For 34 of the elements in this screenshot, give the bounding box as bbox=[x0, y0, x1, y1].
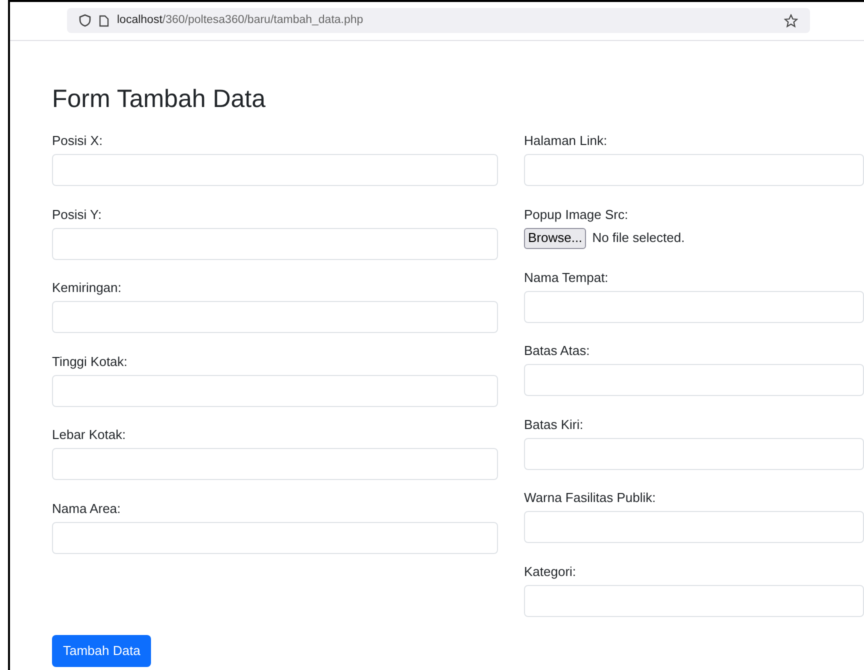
field-label: Halaman Link: bbox=[524, 132, 608, 150]
field-label: Nama Area: bbox=[52, 500, 121, 518]
input-field[interactable] bbox=[52, 228, 498, 260]
field-label: Posisi X: bbox=[52, 132, 103, 150]
submit-button[interactable]: Tambah Data bbox=[52, 635, 152, 667]
field-label: Batas Kiri: bbox=[524, 416, 584, 434]
input-field[interactable] bbox=[524, 364, 864, 396]
input-field[interactable] bbox=[524, 154, 864, 186]
field-label: Tinggi Kotak: bbox=[52, 352, 128, 371]
field-label: Popup Image Src: bbox=[524, 206, 628, 224]
field-label: Kemiringan: bbox=[52, 279, 122, 297]
input-field[interactable] bbox=[524, 290, 864, 322]
field-label: Lebar Kotak: bbox=[52, 426, 126, 444]
input-field[interactable] bbox=[524, 511, 864, 543]
input-field[interactable] bbox=[52, 374, 498, 406]
star-icon[interactable] bbox=[784, 14, 798, 28]
field-label: Posisi Y: bbox=[52, 206, 102, 224]
field-label: Warna Fasilitas Publik: bbox=[524, 489, 656, 507]
address-bar[interactable]: localhost/360/poltesa360/baru/tambah_data.php bbox=[67, 8, 810, 33]
file-status: No file selected. bbox=[592, 229, 685, 248]
input-field[interactable] bbox=[52, 448, 498, 480]
field-label: Nama Tempat: bbox=[524, 268, 608, 287]
field-label: Kategori: bbox=[524, 562, 576, 581]
input-field[interactable] bbox=[52, 522, 498, 554]
input-field[interactable] bbox=[524, 584, 864, 616]
form-title: Form Tambah Data bbox=[52, 84, 267, 115]
input-field[interactable] bbox=[524, 438, 864, 470]
shield-icon bbox=[79, 14, 91, 27]
page-icon bbox=[99, 14, 109, 26]
url-text: localhost/360/poltesa360/baru/tambah_data.php bbox=[117, 12, 364, 28]
field-label: Batas Atas: bbox=[524, 342, 590, 360]
input-field[interactable] bbox=[52, 301, 498, 333]
input-field[interactable] bbox=[52, 154, 498, 186]
browse-button[interactable]: Browse... bbox=[524, 228, 586, 248]
